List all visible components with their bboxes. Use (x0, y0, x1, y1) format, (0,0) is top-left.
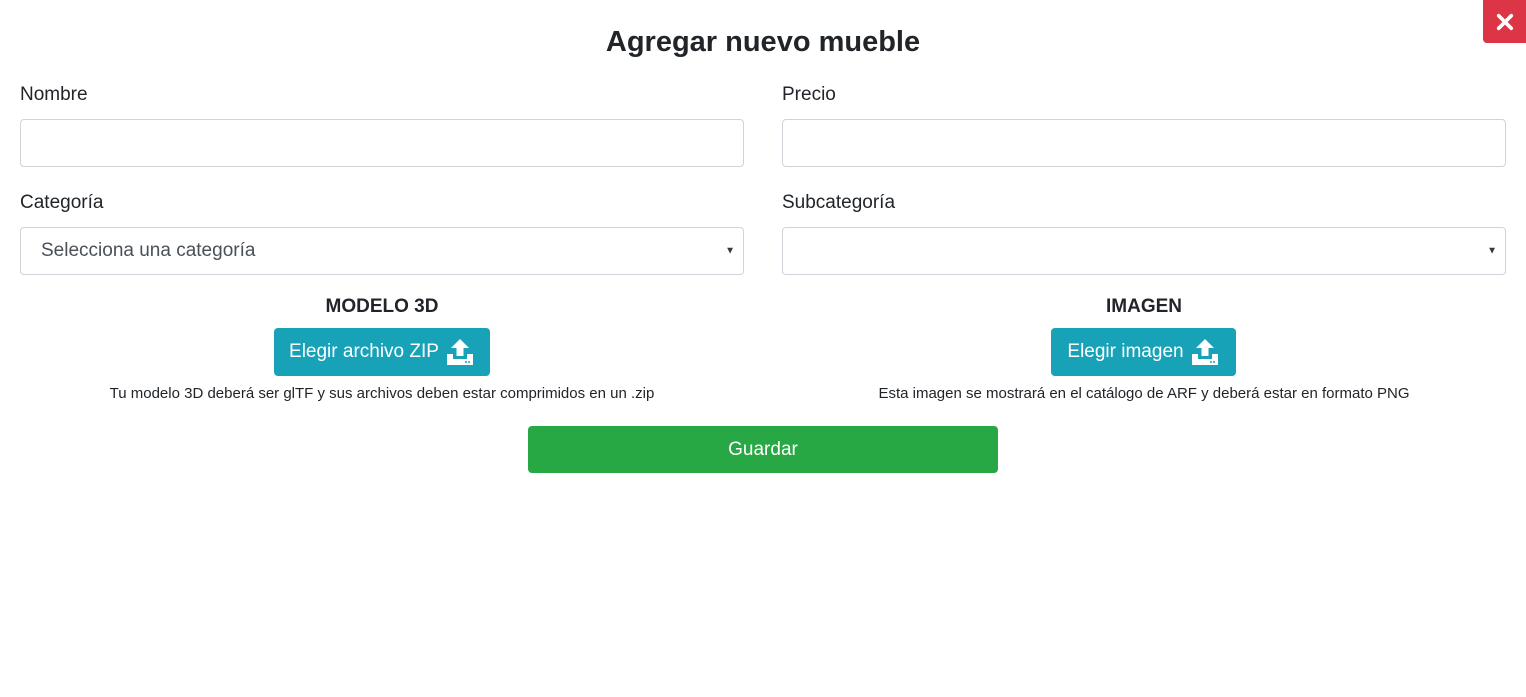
image-title: IMAGEN (1106, 296, 1182, 317)
choose-zip-label: Elegir archivo ZIP (289, 341, 439, 362)
categoria-selected-value: Selecciona una categoría (41, 240, 256, 261)
chevron-down-icon: ▼ (725, 245, 735, 257)
upload-icon (446, 339, 473, 365)
choose-zip-button[interactable]: Elegir archivo ZIP (274, 328, 490, 376)
categoria-select[interactable]: Selecciona una categoría ▼ (20, 227, 744, 275)
subcategoria-label: Subcategoría (782, 192, 896, 213)
nombre-label: Nombre (20, 84, 88, 105)
image-help-text: Esta imagen se mostrará en el catálogo d… (878, 385, 1410, 402)
precio-label: Precio (782, 84, 836, 105)
precio-input[interactable] (782, 119, 1506, 167)
categoria-label: Categoría (20, 192, 104, 213)
model3d-title: MODELO 3D (325, 296, 439, 317)
subcategoria-select[interactable]: ▼ (782, 227, 1506, 275)
choose-image-button[interactable]: Elegir imagen (1051, 328, 1236, 376)
chevron-down-icon: ▼ (1487, 245, 1497, 257)
modal-title: Agregar nuevo mueble (605, 26, 921, 58)
nombre-input[interactable] (20, 119, 744, 167)
choose-image-label: Elegir imagen (1067, 341, 1184, 362)
upload-icon (1191, 339, 1218, 365)
model3d-help-text: Tu modelo 3D deberá ser glTF y sus archi… (109, 385, 655, 402)
save-button[interactable]: Guardar (528, 426, 998, 473)
add-furniture-modal: Agregar nuevo mueble Nombre Precio Categ… (0, 0, 1526, 697)
